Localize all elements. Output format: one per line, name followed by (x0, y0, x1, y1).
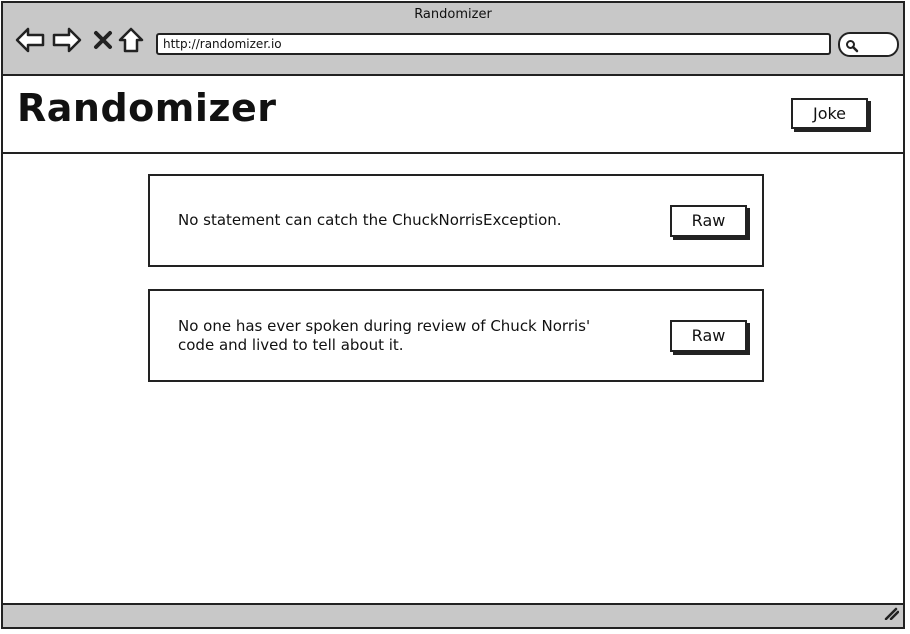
joke-card: No statement can catch the ChuckNorrisEx… (148, 174, 764, 267)
status-bar (3, 603, 903, 627)
url-bar[interactable]: http://randomizer.io (156, 33, 831, 55)
forward-arrow-icon[interactable] (52, 25, 82, 55)
back-arrow-icon[interactable] (15, 25, 45, 55)
search-box[interactable] (838, 32, 899, 57)
home-icon[interactable] (116, 25, 146, 55)
page-header: Randomizer Joke (3, 74, 903, 154)
joke-text: No one has ever spoken during review of … (178, 316, 591, 354)
window-title: Randomizer (414, 7, 492, 22)
close-icon[interactable] (88, 25, 118, 55)
raw-button[interactable]: Raw (670, 320, 747, 352)
joke-card: No one has ever spoken during review of … (148, 289, 764, 382)
browser-window: Randomizer http://randomizer.io Randomiz… (1, 1, 905, 629)
resize-grip-icon[interactable] (883, 605, 900, 624)
raw-button[interactable]: Raw (670, 205, 747, 237)
page-title: Randomizer (17, 86, 277, 130)
joke-button[interactable]: Joke (791, 98, 868, 129)
browser-chrome: Randomizer http://randomizer.io (3, 3, 903, 76)
search-icon (845, 38, 859, 57)
joke-text: No statement can catch the ChuckNorrisEx… (178, 211, 562, 229)
